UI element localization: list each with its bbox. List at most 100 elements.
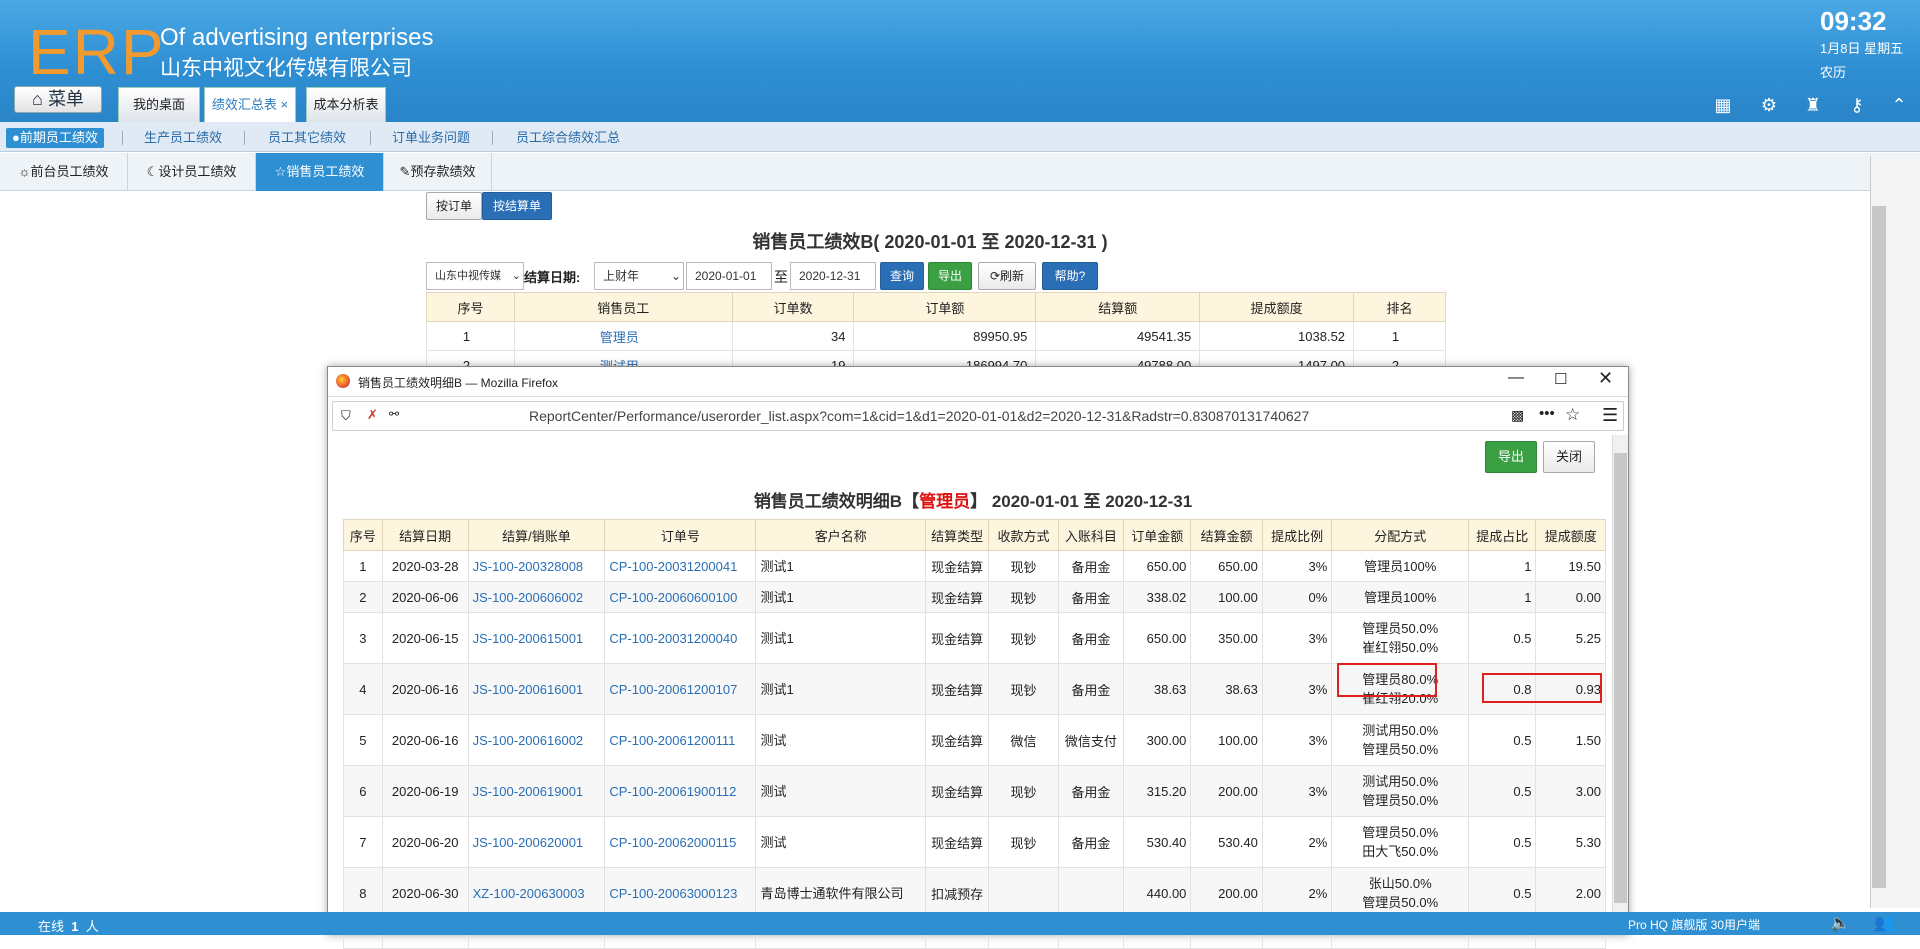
close-tab-icon[interactable]: × bbox=[281, 97, 289, 112]
detail-cell: 0.00 bbox=[1535, 581, 1606, 613]
hamburger-menu-icon[interactable]: ☰ bbox=[1602, 405, 1618, 426]
tab-sales-staff[interactable]: ☆销售员工绩效 bbox=[256, 153, 384, 191]
detail-cell[interactable]: JS-100-200328008 bbox=[467, 550, 606, 582]
nav2-comprehensive-summary[interactable]: 员工综合绩效汇总 bbox=[516, 128, 620, 148]
qr-code-icon[interactable]: ▩ bbox=[1511, 407, 1524, 424]
key-icon[interactable]: ⚷ bbox=[1846, 94, 1868, 116]
summary-cell: 49541.35 bbox=[1035, 321, 1201, 351]
by-settlement-button[interactable]: 按结算单 bbox=[482, 192, 552, 220]
page-scrollbar-thumb[interactable] bbox=[1872, 206, 1886, 888]
detail-cell[interactable]: CP-100-20060600100 bbox=[604, 581, 757, 613]
query-button[interactable]: 查询 bbox=[880, 262, 924, 290]
detail-cell[interactable]: JS-100-200615001 bbox=[467, 612, 606, 664]
detail-cell[interactable]: CP-100-20061900112 bbox=[604, 765, 757, 817]
summary-cell[interactable]: 管理员 bbox=[513, 321, 733, 351]
distribution-line: 管理员50.0% bbox=[1362, 621, 1439, 636]
detail-cell[interactable]: JS-100-200616002 bbox=[467, 714, 606, 766]
detail-cell: 650.00 bbox=[1190, 550, 1263, 582]
popup-export-button[interactable]: 导出 bbox=[1485, 441, 1537, 473]
help-button[interactable]: 帮助? bbox=[1042, 262, 1098, 290]
layout-icon[interactable]: ▦ bbox=[1712, 94, 1734, 116]
detail-cell[interactable]: JS-100-200616001 bbox=[467, 663, 606, 715]
tab-desktop[interactable]: 我的桌面 bbox=[118, 87, 200, 122]
detail-cell[interactable]: CP-100-20062000115 bbox=[604, 816, 757, 868]
detail-cell[interactable]: CP-100-20061200111 bbox=[604, 714, 757, 766]
refresh-button[interactable]: ⟳刷新 bbox=[978, 262, 1036, 290]
detail-cell[interactable]: CP-100-20031200041 bbox=[604, 550, 757, 582]
detail-cell: 现金结算 bbox=[924, 581, 990, 613]
address-bar[interactable]: ⛉ ✗ ⚯ ReportCenter/Performance/userorder… bbox=[332, 401, 1624, 431]
maximize-icon[interactable]: ☐ bbox=[1554, 370, 1567, 388]
nav2-production-staff[interactable]: 生产员工绩效 bbox=[144, 128, 222, 148]
home-icon: ⌂ bbox=[32, 89, 43, 109]
by-order-button[interactable]: 按订单 bbox=[426, 192, 482, 220]
distribution-line: 测试用50.0% bbox=[1362, 774, 1439, 789]
tab-design-staff[interactable]: ☾设计员工绩效 bbox=[128, 153, 256, 191]
company-name: 山东中视文化传媒有限公司 bbox=[160, 57, 412, 80]
detail-cell[interactable]: JS-100-200606002 bbox=[467, 581, 606, 613]
detail-cell: 315.20 bbox=[1123, 765, 1192, 817]
tab-performance-summary[interactable]: 绩效汇总表 × bbox=[204, 87, 296, 122]
tab-prepaid[interactable]: ✎预存款绩效 bbox=[384, 153, 492, 191]
period-select[interactable]: 上财年 ⌄ bbox=[594, 262, 684, 290]
nav-separator bbox=[122, 131, 123, 145]
bookmark-star-icon[interactable]: ☆ bbox=[1565, 405, 1580, 425]
detail-cell: 200.00 bbox=[1190, 867, 1263, 919]
detail-cell[interactable]: CP-100-20031200040 bbox=[604, 612, 757, 664]
detail-cell: 200.00 bbox=[1190, 765, 1263, 817]
detail-cell: 0% bbox=[1261, 581, 1333, 613]
detail-cell: 0.5 bbox=[1468, 612, 1537, 664]
table-row: 1 管理员 34 89950.95 49541.35 1038.52 1 bbox=[426, 321, 1446, 351]
nav2-order-issues[interactable]: 订单业务问题 bbox=[392, 128, 470, 148]
distribution-line: 张山50.0% bbox=[1368, 876, 1432, 891]
detail-cell[interactable]: CP-100-20063000123 bbox=[604, 867, 757, 919]
summary-cell: 34 bbox=[731, 321, 855, 351]
detail-cell: 现钞 bbox=[988, 581, 1059, 613]
menu-button[interactable]: ⌂ 菜单 bbox=[14, 86, 102, 113]
refresh-icon: ⟳ bbox=[989, 269, 1001, 283]
detail-cell: 300.00 bbox=[1123, 714, 1192, 766]
detail-cell bbox=[1057, 867, 1125, 919]
table-row: 2 2020-06-06 JS-100-200606002 CP-100-200606… bbox=[343, 581, 1606, 613]
company-select[interactable]: 山东中视传媒 ⌄ bbox=[426, 262, 524, 290]
detail-table: 序号 结算日期 结算/销账单 订单号 客户名称 结算类型 收款方式 入账科目 订单金额 结算金额提… bbox=[343, 519, 1606, 949]
detail-cell[interactable]: XZ-100-200630003 bbox=[467, 867, 606, 919]
summary-cell: 1 bbox=[426, 321, 515, 351]
gear-icon[interactable]: ⚙ bbox=[1758, 94, 1780, 116]
detail-cell: 测试1 bbox=[755, 663, 926, 715]
detail-cell: 备用金 bbox=[1057, 581, 1125, 613]
detail-cell[interactable]: JS-100-200620001 bbox=[467, 816, 606, 868]
export-button[interactable]: 导出 bbox=[928, 262, 972, 290]
minimize-icon[interactable]: — bbox=[1508, 369, 1524, 387]
detail-col-header: 收款方式 bbox=[988, 519, 1059, 551]
speaker-icon[interactable]: 🔈 bbox=[1830, 913, 1850, 933]
erp-logo: ERP bbox=[28, 16, 166, 88]
tab-cost-analysis[interactable]: 成本分析表 bbox=[306, 87, 386, 122]
detail-cell: 2020-06-30 bbox=[381, 867, 469, 919]
window-close-icon[interactable]: ✕ bbox=[1598, 368, 1613, 389]
nav2-early-staff[interactable]: ●前期员工绩效 bbox=[6, 128, 104, 148]
summary-col-header: 订单额 bbox=[853, 292, 1037, 322]
popup-close-button[interactable]: 关闭 bbox=[1543, 441, 1595, 473]
detail-cell[interactable]: JS-100-200619001 bbox=[467, 765, 606, 817]
summary-cell: 89950.95 bbox=[853, 321, 1037, 351]
more-icon[interactable]: ••• bbox=[1539, 405, 1555, 422]
detail-cell: 测试1 bbox=[755, 581, 926, 613]
detail-cell: 2.00 bbox=[1535, 867, 1606, 919]
collapse-icon[interactable]: ⌃ bbox=[1888, 94, 1910, 116]
date-from-input[interactable]: 2020-01-01 bbox=[686, 262, 772, 290]
popup-scrollbar-thumb[interactable] bbox=[1614, 453, 1627, 903]
detail-cell: 2020-06-06 bbox=[381, 581, 469, 613]
detail-cell: 现金结算 bbox=[924, 714, 990, 766]
users-icon[interactable]: 👥 bbox=[1874, 913, 1894, 933]
summary-col-header: 序号 bbox=[426, 292, 515, 322]
url-text[interactable]: ReportCenter/Performance/userorder_list.… bbox=[529, 408, 1449, 424]
detail-cell[interactable]: CP-100-20061200107 bbox=[604, 663, 757, 715]
detail-cell: 350.00 bbox=[1190, 612, 1263, 664]
tab-front-staff[interactable]: ☼前台员工绩效 bbox=[0, 153, 128, 191]
clock-date: 1月8日 星期五 bbox=[1820, 41, 1904, 56]
detail-cell: 440.00 bbox=[1123, 867, 1192, 919]
shirt-icon[interactable]: ♜ bbox=[1802, 94, 1824, 116]
date-to-input[interactable]: 2020-12-31 bbox=[790, 262, 876, 290]
nav2-other-staff[interactable]: 员工其它绩效 bbox=[268, 128, 346, 148]
